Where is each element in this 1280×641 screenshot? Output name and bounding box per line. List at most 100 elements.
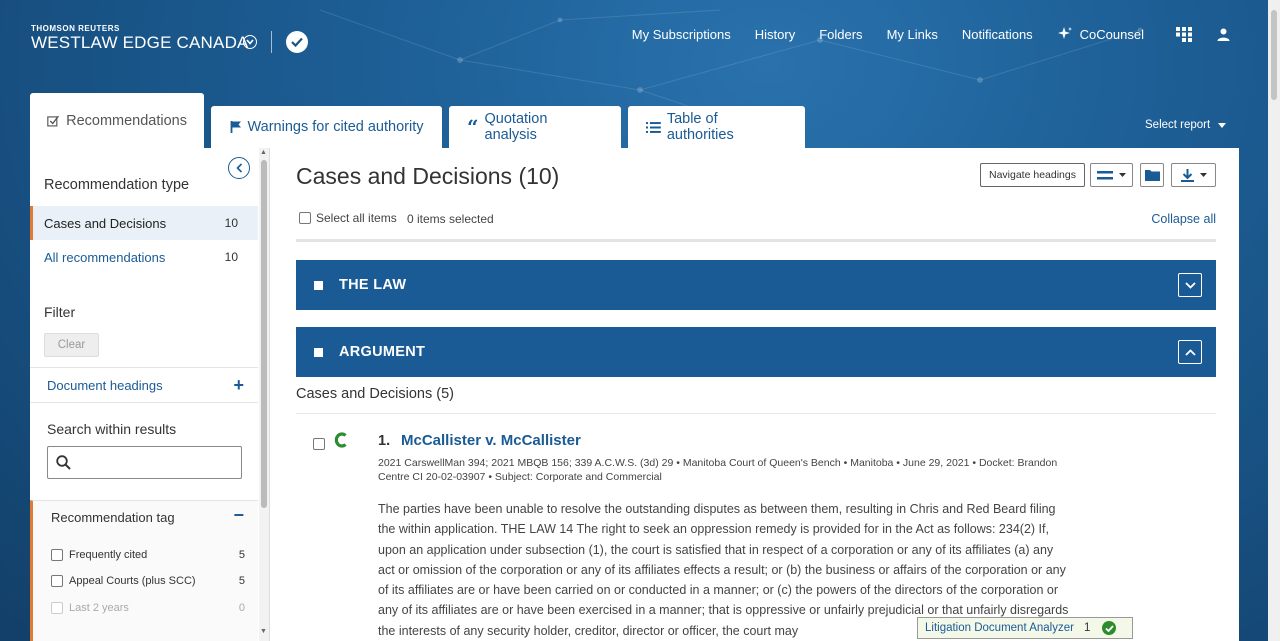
apps-grid-icon[interactable]: [1176, 26, 1193, 42]
tab-label: Recommendations: [66, 112, 187, 129]
result-number: 1.: [378, 433, 391, 449]
sidebar-scroll-thumb[interactable]: [261, 160, 267, 508]
tab-recommendations[interactable]: Recommendations: [30, 93, 204, 148]
tag-label: Appeal Courts (plus SCC): [69, 575, 196, 587]
save-to-folder-button[interactable]: [1140, 163, 1164, 187]
cases-subheading: Cases and Decisions (5): [296, 386, 454, 402]
folder-icon: [1144, 170, 1160, 181]
nav-notifications[interactable]: Notifications: [962, 27, 1033, 42]
search-within-field[interactable]: [47, 446, 242, 479]
tab-label: Table of authorities: [666, 111, 734, 143]
tag-checkbox: [51, 602, 63, 614]
check-circle-icon: [1102, 621, 1117, 635]
sidebar-item-count: 10: [224, 250, 238, 264]
navigate-headings-button[interactable]: Navigate headings: [980, 163, 1085, 187]
product-menu-chevron-icon[interactable]: [243, 35, 257, 49]
sidebar: Recommendation type Cases and Decisions …: [30, 148, 270, 641]
collapse-sidebar-button[interactable]: [228, 157, 250, 179]
download-button[interactable]: [1171, 163, 1216, 187]
nav-history[interactable]: History: [755, 27, 795, 42]
cocounsel-label: CoCounsel: [1079, 26, 1144, 42]
tab-table-of-authorities[interactable]: Table of authorities: [628, 106, 805, 148]
search-icon: [56, 455, 71, 470]
sidebar-item-all-recommendations[interactable]: All recommendations 10: [30, 240, 258, 274]
lda-count: 1: [1083, 622, 1091, 634]
tag-checkbox[interactable]: [51, 549, 63, 561]
tab-warnings[interactable]: Warnings for cited authority: [211, 106, 442, 148]
nav-cocounsel[interactable]: CoCounsel: [1057, 26, 1144, 42]
select-all-items[interactable]: Select all items: [299, 211, 397, 225]
clear-filter-button[interactable]: Clear: [44, 333, 99, 357]
document-headings-label: Document headings: [47, 377, 163, 393]
tab-quotation-analysis[interactable]: “ Quotation analysis: [449, 106, 621, 148]
brand-icons: [243, 31, 308, 53]
view-options-button[interactable]: [1090, 163, 1133, 187]
result-checkbox[interactable]: [313, 438, 325, 450]
user-profile-icon[interactable]: [1217, 28, 1230, 41]
nav-my-links[interactable]: My Links: [887, 27, 938, 42]
lda-label: Litigation Document Analyzer: [925, 622, 1074, 634]
select-report-label: Select report: [1145, 119, 1211, 131]
brand-separator: [271, 31, 272, 53]
plus-icon: +: [233, 375, 244, 395]
brand-product: WESTLAW EDGE CANADA: [31, 33, 249, 52]
collapse-chevron-up-icon[interactable]: [1178, 340, 1202, 364]
sidebar-item-cases-and-decisions[interactable]: Cases and Decisions 10: [30, 206, 258, 240]
page-scroll-thumb[interactable]: [1271, 10, 1277, 100]
list-view-icon: [1097, 170, 1113, 179]
sidebar-item-label: All recommendations: [44, 249, 166, 265]
select-report-dropdown[interactable]: Select report: [1145, 119, 1227, 131]
search-within-input[interactable]: [77, 455, 237, 470]
section-checkbox[interactable]: [314, 280, 323, 290]
scroll-down-arrow-icon[interactable]: ▼: [260, 628, 267, 635]
section-label: ARGUMENT: [339, 344, 426, 360]
section-argument[interactable]: ARGUMENT: [296, 327, 1216, 377]
sparkle-icon: [1057, 27, 1072, 39]
tag-count: 0: [238, 602, 245, 614]
sidebar-scrollbar[interactable]: ▲ ▼: [259, 148, 269, 641]
litigation-document-analyzer-badge[interactable]: Litigation Document Analyzer 1: [917, 617, 1133, 639]
main-panel: Recommendation type Cases and Decisions …: [30, 148, 1239, 641]
top-navigation: My Subscriptions History Folders My Link…: [632, 26, 1230, 42]
verified-check-icon[interactable]: [286, 31, 308, 53]
tag-appeal-courts[interactable]: Appeal Courts (plus SCC) 5: [51, 575, 245, 587]
checkbox-icon: [47, 115, 59, 126]
download-icon: [1180, 168, 1194, 182]
quote-icon: “: [467, 115, 479, 139]
caret-down-icon: [1119, 173, 1126, 177]
tag-count: 5: [238, 549, 245, 561]
list-icon: [646, 121, 661, 133]
recommendation-tag-section: Recommendation tag − Frequently cited 5 …: [30, 500, 258, 641]
page-scrollbar[interactable]: [1268, 0, 1280, 641]
expand-chevron-down-icon[interactable]: [1178, 273, 1202, 297]
brand-logo[interactable]: THOMSON REUTERS WESTLAW EDGE CANADA: [31, 24, 249, 53]
results-content: Cases and Decisions (10) Navigate headin…: [296, 148, 1216, 641]
minus-icon[interactable]: −: [233, 505, 244, 526]
nav-folders[interactable]: Folders: [819, 27, 862, 42]
recommendation-type-title: Recommendation type: [44, 177, 190, 193]
tag-frequently-cited[interactable]: Frequently cited 5: [51, 549, 245, 561]
tag-last-2-years: Last 2 years 0: [51, 602, 245, 614]
select-all-checkbox[interactable]: [299, 212, 311, 224]
flag-icon: [230, 121, 241, 133]
page-title: Cases and Decisions (10): [296, 163, 560, 189]
tag-label: Frequently cited: [69, 549, 148, 561]
document-headings-toggle[interactable]: Document headings +: [30, 367, 258, 403]
section-checkbox[interactable]: [314, 347, 323, 357]
selected-count: 0 items selected: [407, 212, 494, 226]
result-title-link[interactable]: McCallister v. McCallister: [401, 432, 581, 449]
search-within-title: Search within results: [47, 421, 177, 437]
caret-down-icon: [1199, 173, 1207, 177]
scroll-up-arrow-icon[interactable]: ▲: [260, 149, 267, 156]
divider: [296, 413, 1216, 414]
collapse-all-link[interactable]: Collapse all: [1151, 212, 1216, 226]
tab-label: Quotation analysis: [484, 111, 548, 143]
filter-title: Filter: [44, 304, 76, 320]
tab-label: Warnings for cited authority: [247, 119, 424, 135]
keycite-green-c-icon[interactable]: [334, 432, 348, 453]
sidebar-item-label: Cases and Decisions: [44, 215, 167, 231]
nav-my-subscriptions[interactable]: My Subscriptions: [632, 27, 731, 42]
section-the-law[interactable]: THE LAW: [296, 260, 1216, 310]
sidebar-item-count: 10: [224, 216, 238, 230]
tag-checkbox[interactable]: [51, 575, 63, 587]
